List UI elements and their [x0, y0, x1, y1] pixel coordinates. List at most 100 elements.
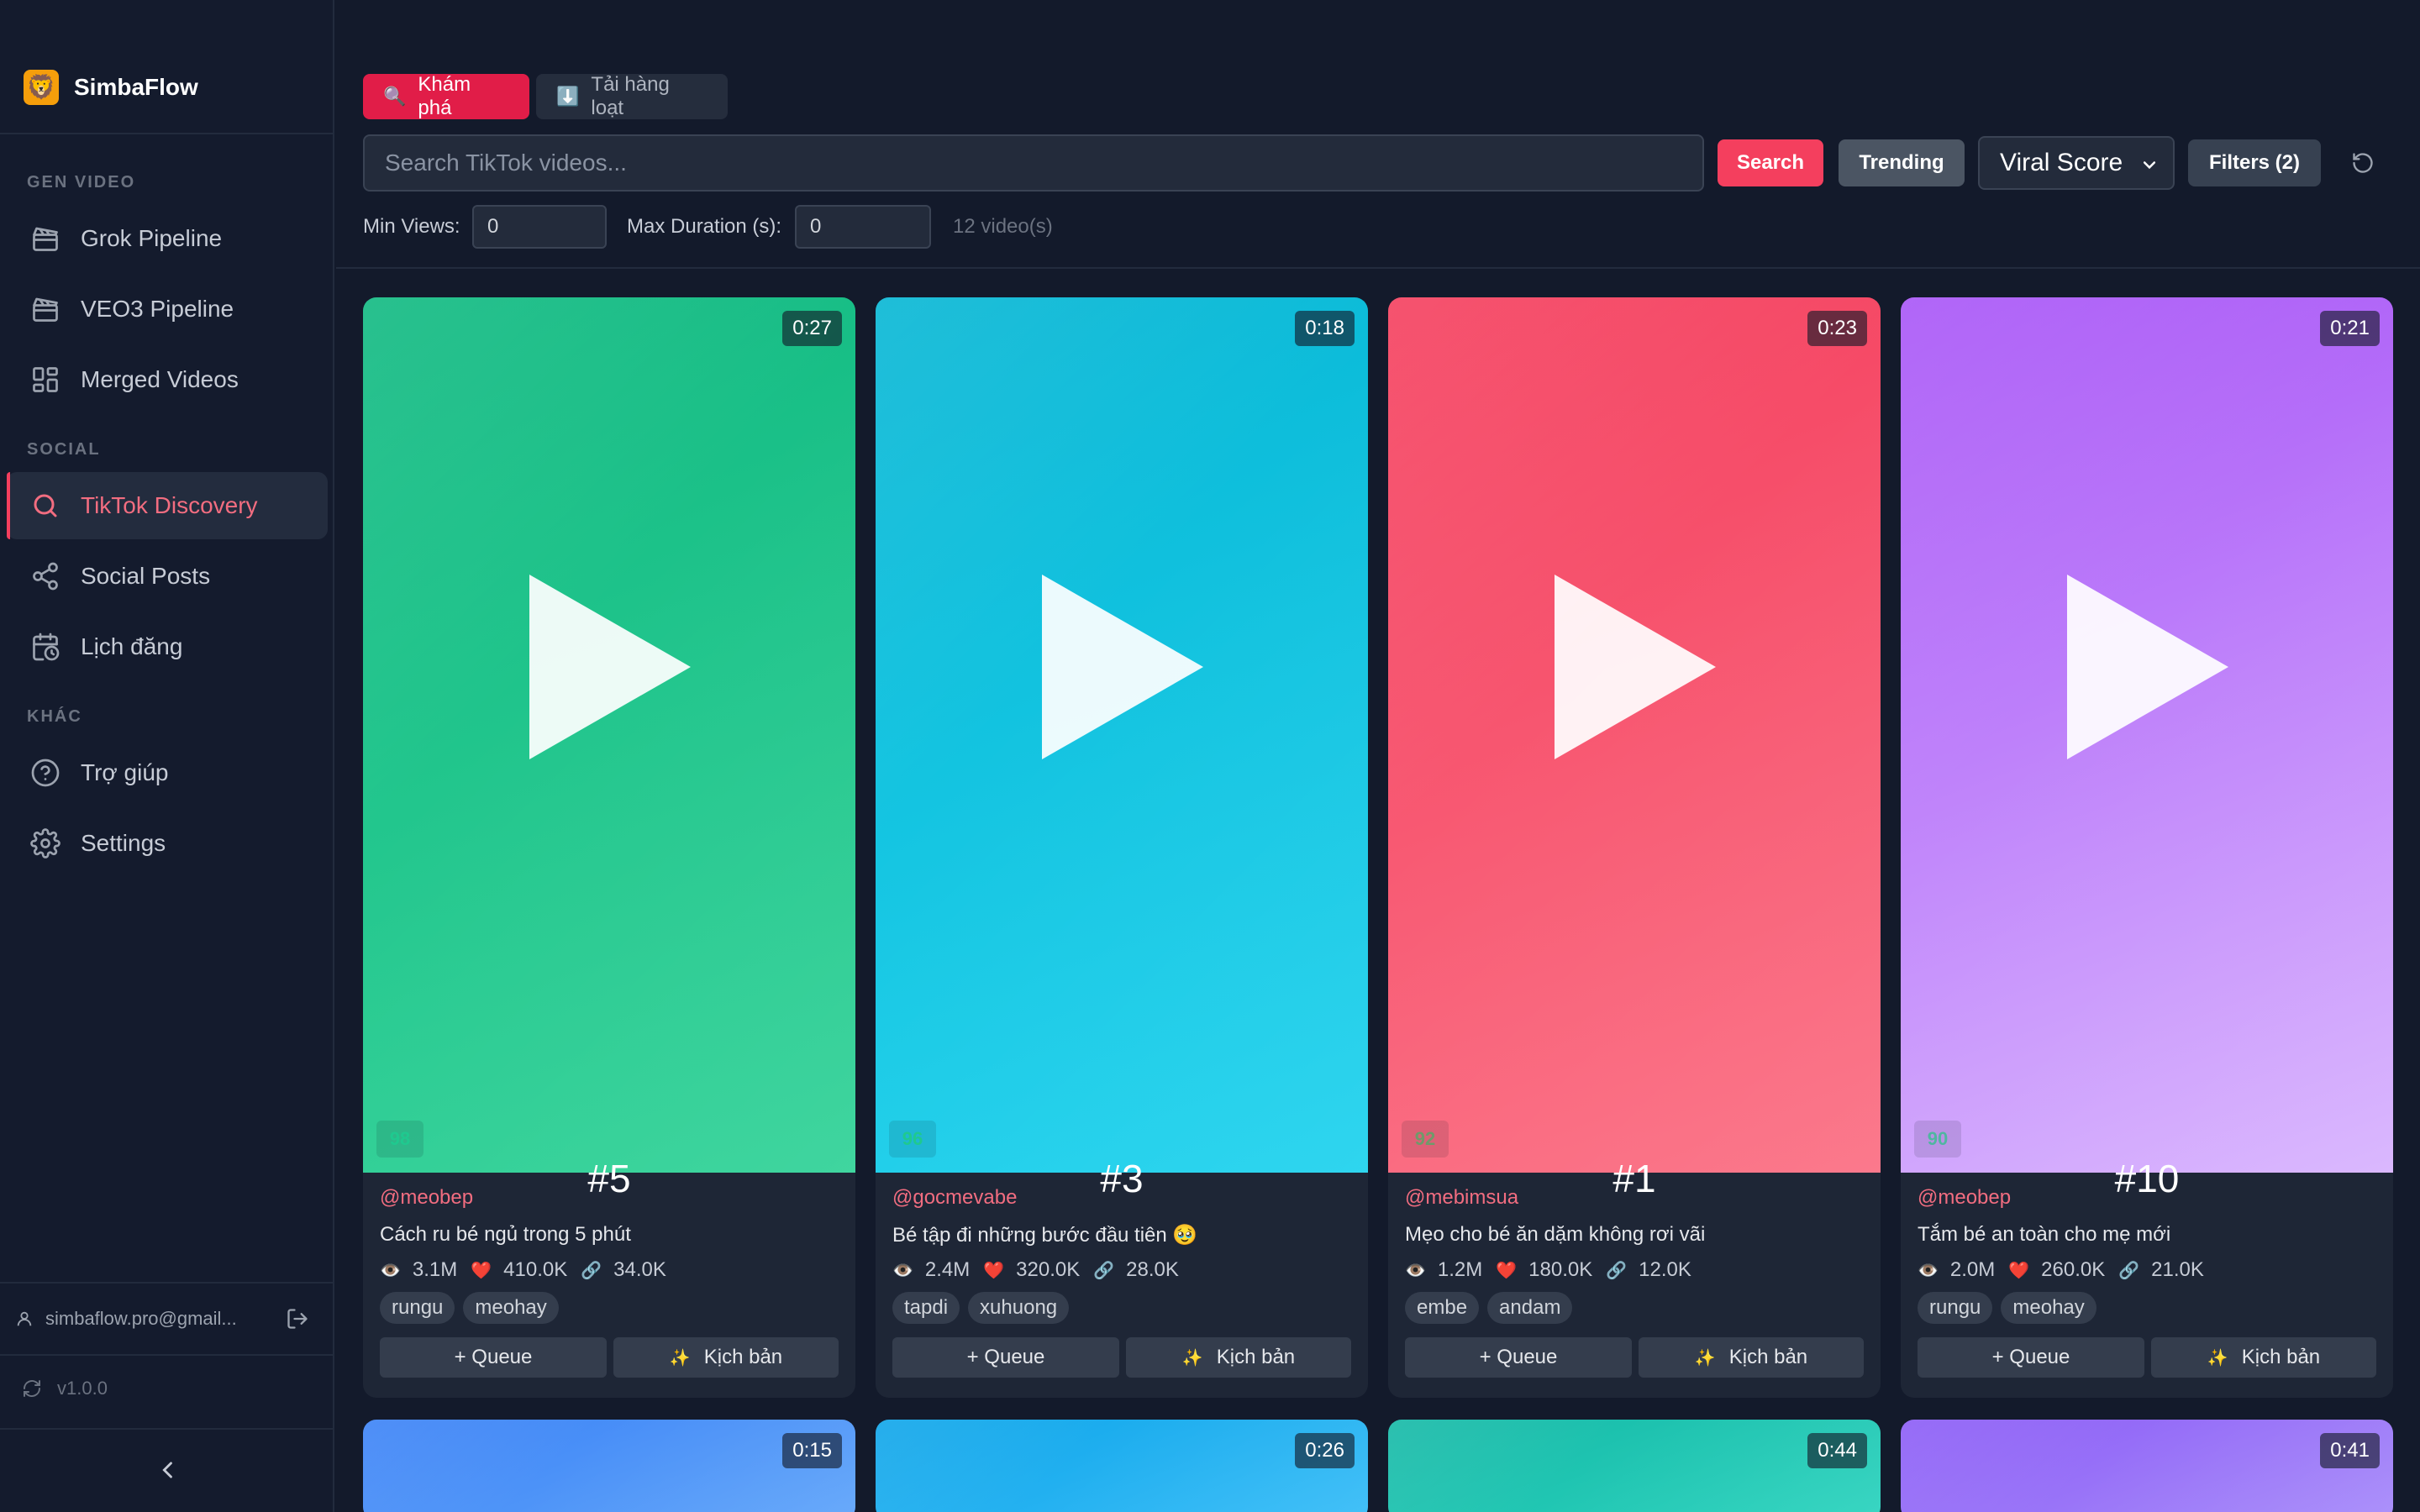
- video-thumbnail[interactable]: [1901, 1420, 2393, 1512]
- video-card[interactable]: 0:26: [876, 1420, 1368, 1512]
- hashtag-chip[interactable]: tapdi: [892, 1292, 960, 1324]
- sidebar-item-social-posts[interactable]: Social Posts: [7, 543, 328, 610]
- divider: [0, 133, 333, 134]
- video-thumbnail[interactable]: [363, 1420, 855, 1512]
- script-button[interactable]: ✨ Kịch bản: [2151, 1337, 2376, 1378]
- video-stats: 👁️ 1.2M ❤️ 180.0K 🔗 12.0K: [1405, 1258, 1705, 1282]
- version-row: v1.0.0: [22, 1378, 108, 1399]
- trending-button[interactable]: Trending: [1839, 139, 1965, 186]
- divider: [0, 1282, 333, 1284]
- play-icon[interactable]: [1042, 575, 1203, 759]
- play-icon[interactable]: [529, 575, 691, 759]
- duration-badge: 0:23: [1807, 311, 1867, 346]
- tab-batch-download[interactable]: ⬇️ Tải hàng loạt: [536, 73, 728, 119]
- shares-count: 34.0K: [613, 1258, 666, 1281]
- video-caption: Cách ru bé ngủ trong 5 phút: [380, 1223, 631, 1246]
- video-thumbnail[interactable]: [876, 1420, 1368, 1512]
- section-label-social: SOCIAL: [27, 440, 101, 459]
- script-button[interactable]: ✨ Kịch bản: [1639, 1337, 1864, 1378]
- discovery-toolbar: 🔍 Khám phá ⬇️ Tải hàng loạt Search Trend…: [336, 0, 2420, 269]
- duration-badge: 0:15: [782, 1433, 842, 1468]
- add-to-queue-button[interactable]: + Queue: [380, 1337, 607, 1378]
- likes-count: 320.0K: [1016, 1258, 1081, 1281]
- sidebar-item-settings[interactable]: Settings: [7, 810, 328, 877]
- hashtag-chip[interactable]: rungu: [380, 1292, 455, 1324]
- search-button[interactable]: Search: [1718, 139, 1823, 186]
- script-button[interactable]: ✨ Kịch bản: [1126, 1337, 1351, 1378]
- views-count: 2.4M: [924, 1258, 971, 1281]
- duration-badge: 0:21: [2320, 311, 2380, 346]
- shares-count: 21.0K: [2151, 1258, 2204, 1281]
- hashtag-chip[interactable]: embe: [1405, 1292, 1480, 1324]
- video-thumbnail[interactable]: [1388, 1420, 1881, 1512]
- video-stats: 👁️ 3.1M ❤️ 410.0K 🔗 34.0K: [380, 1258, 680, 1282]
- min-views-input[interactable]: [472, 205, 607, 249]
- search-icon: [34, 494, 57, 517]
- tab-explore[interactable]: 🔍 Khám phá: [363, 73, 529, 119]
- sidebar-item-merged-videos[interactable]: Merged Videos: [7, 346, 328, 413]
- video-card[interactable]: 0:27 #5 98 @meobep Cách ru bé ngủ trong …: [363, 297, 855, 1398]
- app-name: SimbaFlow: [74, 74, 198, 100]
- script-button[interactable]: ✨ Kịch bản: [613, 1337, 839, 1378]
- video-card[interactable]: 0:41: [1901, 1420, 2393, 1512]
- hashtag-chip[interactable]: rungu: [1918, 1292, 1993, 1324]
- add-to-queue-button[interactable]: + Queue: [1405, 1337, 1632, 1378]
- sidebar-item-label: Lịch đăng: [81, 633, 183, 659]
- author-handle[interactable]: @gocmevabe: [892, 1186, 1017, 1210]
- video-card[interactable]: 0:18 #3 96 @gocmevabe Bé tập đi những bư…: [876, 297, 1368, 1398]
- sync-icon: [24, 1380, 40, 1397]
- sidebar-item-label: TikTok Discovery: [81, 492, 258, 518]
- sidebar-item-tiktok-discovery[interactable]: TikTok Discovery: [7, 472, 328, 539]
- likes-count: 410.0K: [503, 1258, 568, 1281]
- video-caption: Mẹo cho bé ăn dặm không rơi vãi: [1405, 1223, 1706, 1246]
- likes-count: 260.0K: [2041, 1258, 2106, 1281]
- sidebar-item-lich-dang[interactable]: Lịch đăng: [7, 613, 328, 680]
- max-duration-input[interactable]: [795, 205, 931, 249]
- hashtag-chip[interactable]: meohay: [2001, 1292, 2096, 1324]
- sidebar-item-grok-pipeline[interactable]: Grok Pipeline: [7, 205, 328, 272]
- tag-list: rungu meohay: [1918, 1292, 2105, 1324]
- video-caption: Bé tập đi những bước đầu tiên 🥹: [892, 1224, 1198, 1247]
- shares-count: 28.0K: [1126, 1258, 1179, 1281]
- shares-count: 12.0K: [1639, 1258, 1691, 1281]
- video-caption: Tắm bé an toàn cho mẹ mới: [1918, 1223, 2171, 1246]
- video-card[interactable]: 0:23 #1 92 @mebimsua Mẹo cho bé ăn dặm k…: [1388, 297, 1881, 1398]
- sidebar-item-label: Grok Pipeline: [81, 225, 223, 251]
- sidebar-item-label: Social Posts: [81, 563, 211, 589]
- play-icon[interactable]: [1555, 575, 1716, 759]
- logout-icon[interactable]: [286, 1307, 309, 1331]
- sparkles-icon: ✨: [1181, 1348, 1203, 1368]
- author-handle[interactable]: @meobep: [1918, 1186, 2011, 1210]
- video-card[interactable]: 0:21 #10 90 @meobep Tắm bé an toàn cho m…: [1901, 297, 2393, 1398]
- video-stats: 👁️ 2.0M ❤️ 260.0K 🔗 21.0K: [1918, 1258, 2217, 1282]
- add-to-queue-button[interactable]: + Queue: [1918, 1337, 2144, 1378]
- eye-icon: 👁️: [892, 1261, 913, 1280]
- video-card[interactable]: 0:15: [363, 1420, 855, 1512]
- play-icon[interactable]: [2067, 575, 2228, 759]
- author-handle[interactable]: @meobep: [380, 1186, 473, 1210]
- refresh-icon[interactable]: [2351, 151, 2375, 175]
- tab-label: Tải hàng loạt: [591, 73, 670, 119]
- add-to-queue-button[interactable]: + Queue: [892, 1337, 1119, 1378]
- duration-badge: 0:27: [782, 311, 842, 346]
- filters-button[interactable]: Filters (2): [2188, 139, 2321, 186]
- link-icon: 🔗: [1093, 1261, 1115, 1280]
- duration-badge: 0:44: [1807, 1433, 1867, 1468]
- search-input[interactable]: [363, 134, 1704, 192]
- sidebar-item-veo3-pipeline[interactable]: VEO3 Pipeline: [7, 276, 328, 343]
- brand[interactable]: 🦁 SimbaFlow: [24, 69, 198, 106]
- hashtag-chip[interactable]: meohay: [463, 1292, 559, 1324]
- chevron-left-icon[interactable]: [156, 1458, 180, 1482]
- hashtag-chip[interactable]: xuhuong: [968, 1292, 1070, 1324]
- heart-icon: ❤️: [1496, 1261, 1518, 1280]
- sort-select-value: Viral Score: [2000, 149, 2123, 176]
- views-count: 1.2M: [1437, 1258, 1483, 1281]
- hashtag-chip[interactable]: andam: [1487, 1292, 1573, 1324]
- video-card[interactable]: 0:44: [1388, 1420, 1881, 1512]
- likes-count: 180.0K: [1528, 1258, 1593, 1281]
- sort-select[interactable]: Viral Score: [1978, 136, 2175, 190]
- calendar-clock-icon: [33, 633, 60, 661]
- share-icon: [33, 562, 58, 591]
- author-handle[interactable]: @mebimsua: [1405, 1186, 1518, 1210]
- sidebar-item-help[interactable]: Trợ giúp: [7, 739, 328, 806]
